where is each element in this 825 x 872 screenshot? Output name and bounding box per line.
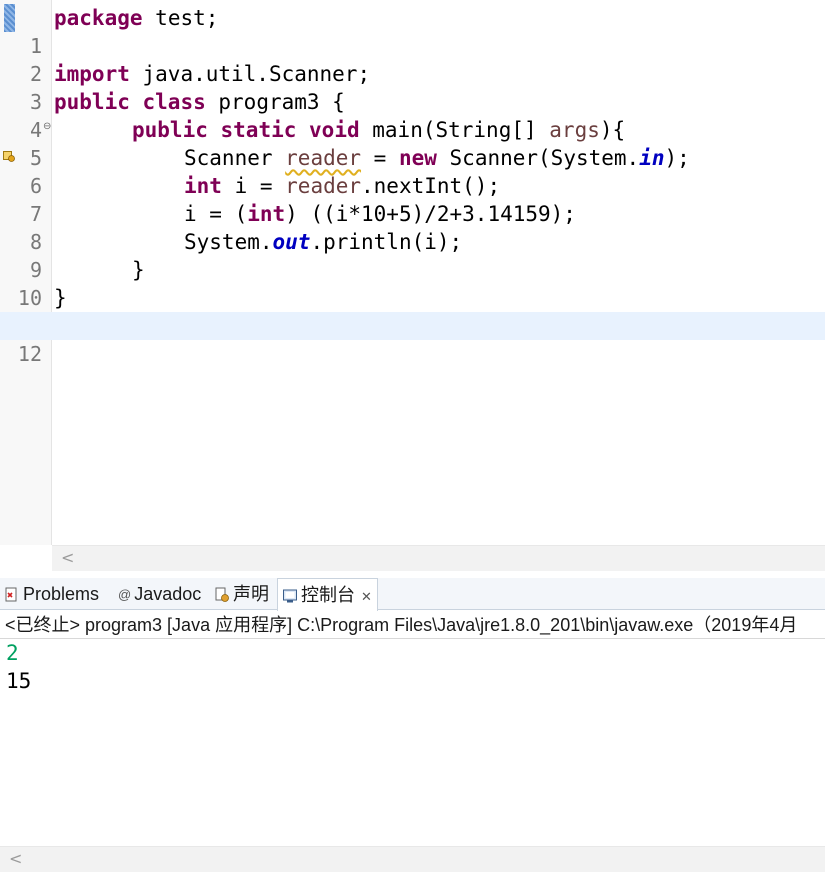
code-line[interactable]: 8 i = (int) ((i*10+5)/2+3.14159); (0, 200, 825, 254)
code-line[interactable]: 6 Scanner reader = new Scanner(System.in… (0, 144, 825, 198)
warning-underline: reader (285, 146, 362, 170)
panel-tab-bar: Problems @ Javadoc 声明 控制台 ✕ (0, 578, 825, 611)
scroll-left-icon[interactable]: < (61, 548, 74, 567)
code-line[interactable]: 4 public class program3 { (0, 88, 825, 142)
tab-console[interactable]: 控制台 ✕ (277, 578, 378, 611)
code-line[interactable]: 5 public static void main(String[] args)… (0, 116, 825, 170)
current-code-line[interactable]: 12 (0, 312, 825, 366)
console-horizontal-scrollbar[interactable]: < (0, 846, 825, 872)
fold-collapse-icon[interactable]: ⊖ (43, 121, 51, 132)
scroll-left-icon[interactable]: < (9, 849, 22, 868)
console-icon (283, 589, 297, 603)
console-input-line: 2 (6, 641, 19, 665)
tab-problems[interactable]: Problems (4, 578, 99, 610)
code-line[interactable]: 3 import java.util.Scanner; (0, 60, 825, 114)
line-number: 12 (17, 342, 42, 366)
code-editor[interactable]: 1 package test; 2 3 import java.util.Sca… (0, 0, 825, 572)
code-line[interactable]: 7 int i = reader.nextInt(); (0, 172, 825, 226)
problems-icon (5, 587, 17, 602)
warning-icon[interactable] (3, 150, 15, 162)
tab-declaration[interactable]: 声明 (214, 578, 269, 610)
declaration-icon (215, 587, 229, 603)
tab-javadoc[interactable]: @ Javadoc (118, 578, 201, 610)
console-output-line: 15 (6, 669, 32, 693)
code-line[interactable]: 1 package test; (0, 4, 825, 58)
close-icon[interactable]: ✕ (361, 589, 372, 604)
editor-horizontal-scrollbar[interactable]: < (52, 545, 825, 571)
code-line[interactable]: 2 (0, 32, 825, 86)
code-line[interactable]: 11 } (0, 284, 825, 338)
code-line[interactable]: 9 System.out.println(i); (0, 228, 825, 282)
at-icon: @ (118, 587, 132, 603)
console-status-line: <已终止> program3 [Java 应用程序] C:\Program Fi… (0, 612, 825, 639)
code-line[interactable]: 10 } (0, 256, 825, 310)
